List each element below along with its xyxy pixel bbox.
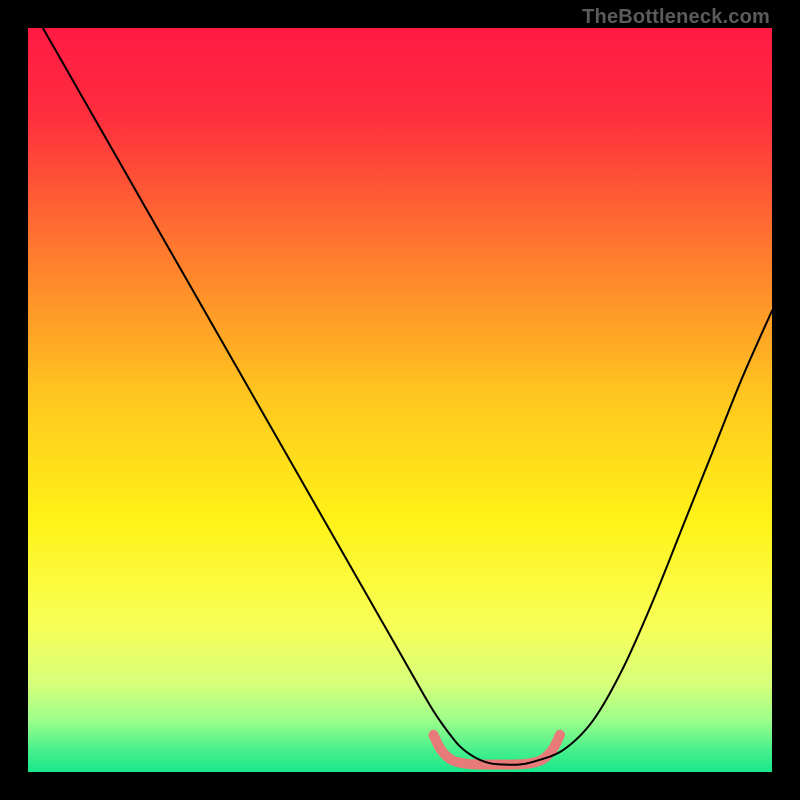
curve-path [43,28,772,765]
chart-frame [28,28,772,772]
plot-area [28,28,772,772]
curve-layer [28,28,772,772]
watermark-text: TheBottleneck.com [582,6,770,29]
